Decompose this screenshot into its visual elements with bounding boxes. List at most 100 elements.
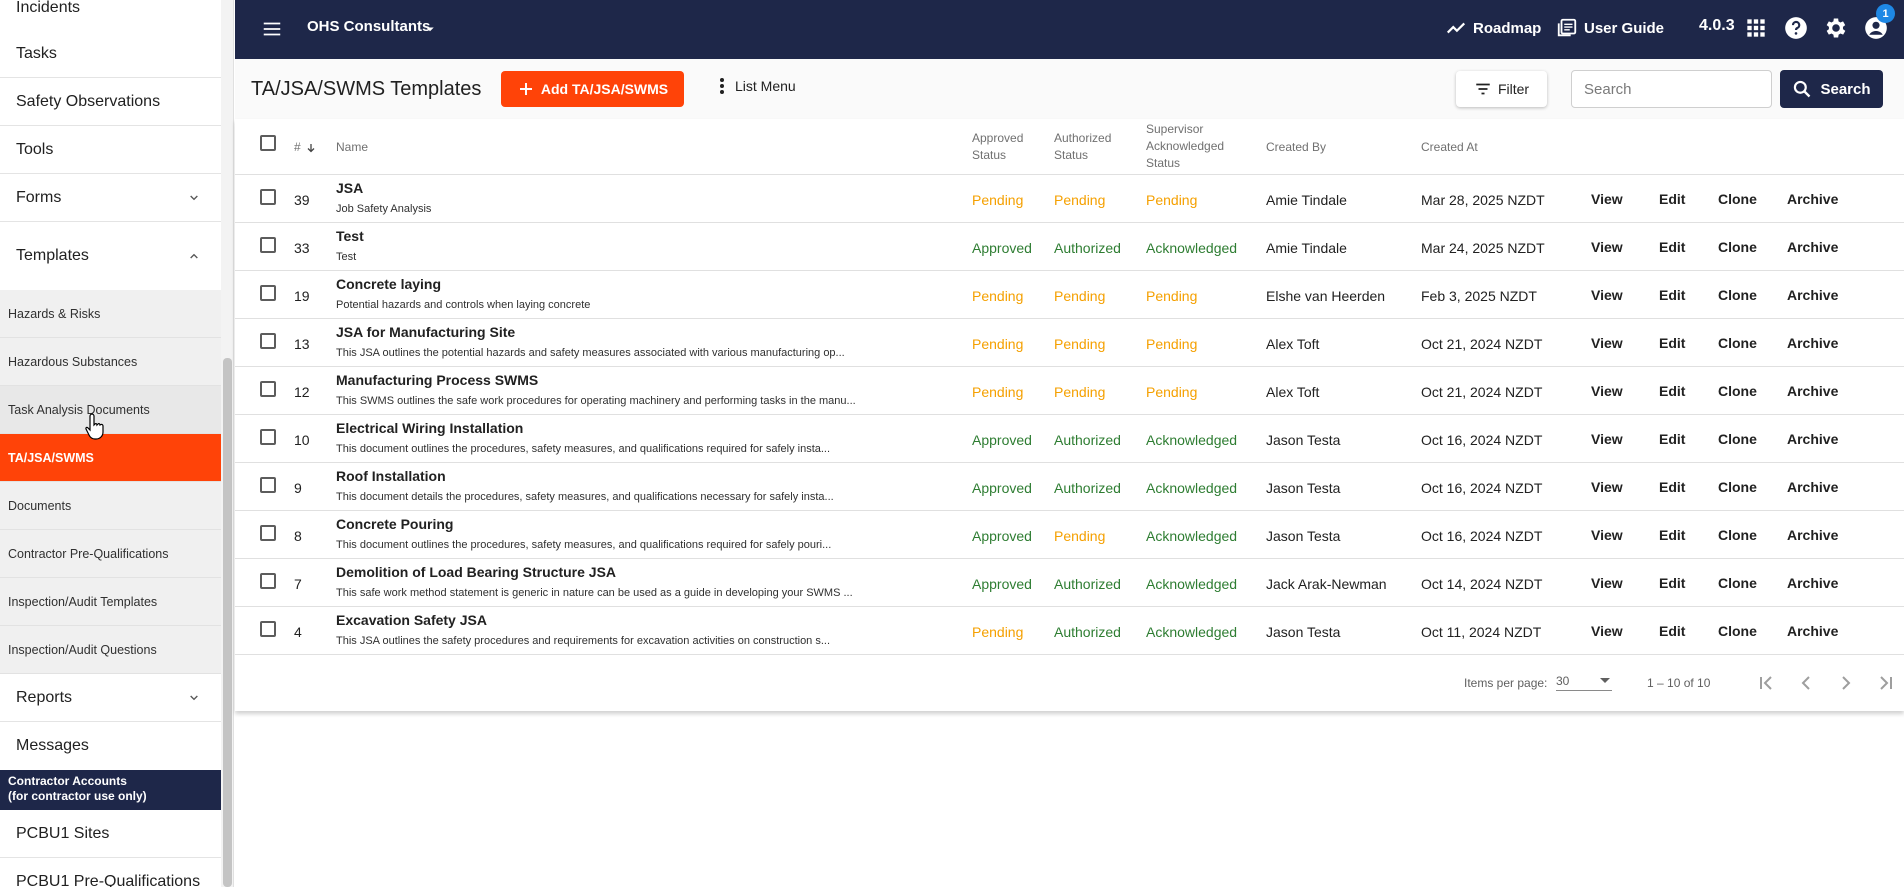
gear-icon[interactable]: [1823, 15, 1849, 41]
sidebar-subitem-inspection-audit-questions[interactable]: Inspection/Audit Questions: [0, 626, 222, 674]
edit-button[interactable]: Edit: [1659, 191, 1685, 207]
row-checkbox[interactable]: [260, 573, 276, 589]
help-icon[interactable]: [1783, 15, 1809, 41]
edit-button[interactable]: Edit: [1659, 287, 1685, 303]
header-number[interactable]: #: [294, 139, 317, 156]
header-created-by[interactable]: Created By: [1266, 139, 1326, 156]
edit-button[interactable]: Edit: [1659, 383, 1685, 399]
add-ta-jsa-swms-button[interactable]: Add TA/JSA/SWMS: [501, 71, 684, 107]
sidebar-subitem-documents[interactable]: Documents: [0, 482, 222, 530]
table-row[interactable]: 4 Excavation Safety JSA This JSA outlines …: [235, 607, 1904, 655]
sidebar-subitem-contractor-prequalifications[interactable]: Contractor Pre-Qualifications: [0, 530, 222, 578]
archive-button[interactable]: Archive: [1787, 383, 1838, 399]
header-name[interactable]: Name: [336, 139, 368, 156]
table-row[interactable]: 13 JSA for Manufacturing Site This JSA out…: [235, 319, 1904, 367]
select-all-checkbox[interactable]: [260, 135, 276, 151]
search-input[interactable]: [1571, 70, 1772, 108]
sidebar-item-tools[interactable]: Tools: [0, 126, 222, 174]
row-checkbox[interactable]: [260, 525, 276, 541]
sidebar-subitem-hazards-risks[interactable]: Hazards & Risks: [0, 290, 222, 338]
table-row[interactable]: 7 Demolition of Load Bearing Structure JS…: [235, 559, 1904, 607]
sidebar-subitem-inspection-audit-templates[interactable]: Inspection/Audit Templates: [0, 578, 222, 626]
row-checkbox[interactable]: [260, 237, 276, 253]
table-row[interactable]: 9 Roof Installation This document details …: [235, 463, 1904, 511]
clone-button[interactable]: Clone: [1718, 383, 1757, 399]
clone-button[interactable]: Clone: [1718, 191, 1757, 207]
table-row[interactable]: 8 Concrete Pouring This document outlines …: [235, 511, 1904, 559]
header-created-at[interactable]: Created At: [1421, 139, 1478, 156]
sidebar-item-incidents[interactable]: Incidents: [0, 0, 222, 32]
user-guide-link[interactable]: User Guide: [1556, 17, 1664, 39]
row-checkbox[interactable]: [260, 381, 276, 397]
sidebar-item-reports[interactable]: Reports: [0, 674, 222, 722]
organization-selector[interactable]: OHS Consultants: [307, 18, 430, 35]
table-row[interactable]: 19 Concrete laying Potential hazards and c…: [235, 271, 1904, 319]
last-page-icon[interactable]: [1874, 671, 1898, 695]
clone-button[interactable]: Clone: [1718, 575, 1757, 591]
previous-page-icon[interactable]: [1794, 671, 1818, 695]
view-button[interactable]: View: [1591, 191, 1623, 207]
view-button[interactable]: View: [1591, 527, 1623, 543]
apps-icon[interactable]: [1743, 15, 1769, 41]
row-checkbox[interactable]: [260, 621, 276, 637]
clone-button[interactable]: Clone: [1718, 623, 1757, 639]
table-row[interactable]: 39 JSA Job Safety Analysis Pending Pending Pe…: [235, 175, 1904, 223]
header-authorized-status[interactable]: Authorized Status: [1054, 130, 1111, 164]
edit-button[interactable]: Edit: [1659, 431, 1685, 447]
edit-button[interactable]: Edit: [1659, 479, 1685, 495]
sidebar-item-pcbu1-sites[interactable]: PCBU1 Sites: [0, 810, 222, 858]
archive-button[interactable]: Archive: [1787, 623, 1838, 639]
sidebar-subitem-task-analysis-documents[interactable]: Task Analysis Documents: [0, 386, 222, 434]
search-button[interactable]: Search: [1780, 70, 1883, 108]
clone-button[interactable]: Clone: [1718, 527, 1757, 543]
edit-button[interactable]: Edit: [1659, 335, 1685, 351]
clone-button[interactable]: Clone: [1718, 431, 1757, 447]
sidebar-scrollbar-thumb[interactable]: [223, 358, 232, 887]
sidebar-subitem-ta-jsa-swms[interactable]: TA/JSA/SWMS: [0, 434, 222, 482]
row-checkbox[interactable]: [260, 429, 276, 445]
archive-button[interactable]: Archive: [1787, 335, 1838, 351]
sidebar-item-tasks[interactable]: Tasks: [0, 30, 222, 78]
edit-button[interactable]: Edit: [1659, 239, 1685, 255]
archive-button[interactable]: Archive: [1787, 191, 1838, 207]
filter-button[interactable]: Filter: [1456, 71, 1547, 107]
sidebar-item-templates[interactable]: Templates: [0, 228, 222, 284]
clone-button[interactable]: Clone: [1718, 239, 1757, 255]
items-per-page-select[interactable]: 30: [1556, 669, 1612, 691]
header-approved-status[interactable]: Approved Status: [972, 130, 1023, 164]
view-button[interactable]: View: [1591, 575, 1623, 591]
header-supervisor-acknowledged-status[interactable]: Supervisor Acknowledged Status: [1146, 121, 1224, 172]
sidebar-subitem-hazardous-substances[interactable]: Hazardous Substances: [0, 338, 222, 386]
sidebar-item-safety-observations[interactable]: Safety Observations: [0, 78, 222, 126]
row-checkbox[interactable]: [260, 477, 276, 493]
clone-button[interactable]: Clone: [1718, 287, 1757, 303]
view-button[interactable]: View: [1591, 239, 1623, 255]
sidebar-item-pcbu1-prequalifications[interactable]: PCBU1 Pre-Qualifications: [0, 858, 222, 887]
sidebar-item-forms[interactable]: Forms: [0, 174, 222, 222]
view-button[interactable]: View: [1591, 383, 1623, 399]
list-menu-button[interactable]: List Menu: [719, 77, 796, 95]
clone-button[interactable]: Clone: [1718, 335, 1757, 351]
edit-button[interactable]: Edit: [1659, 575, 1685, 591]
first-page-icon[interactable]: [1754, 671, 1778, 695]
view-button[interactable]: View: [1591, 335, 1623, 351]
edit-button[interactable]: Edit: [1659, 623, 1685, 639]
archive-button[interactable]: Archive: [1787, 239, 1838, 255]
view-button[interactable]: View: [1591, 479, 1623, 495]
archive-button[interactable]: Archive: [1787, 527, 1838, 543]
row-checkbox[interactable]: [260, 189, 276, 205]
archive-button[interactable]: Archive: [1787, 287, 1838, 303]
sidebar-item-messages[interactable]: Messages: [0, 722, 222, 770]
edit-button[interactable]: Edit: [1659, 527, 1685, 543]
view-button[interactable]: View: [1591, 431, 1623, 447]
archive-button[interactable]: Archive: [1787, 431, 1838, 447]
archive-button[interactable]: Archive: [1787, 575, 1838, 591]
archive-button[interactable]: Archive: [1787, 479, 1838, 495]
view-button[interactable]: View: [1591, 623, 1623, 639]
menu-icon[interactable]: [261, 18, 283, 40]
sidebar-scrollbar[interactable]: [221, 0, 233, 887]
next-page-icon[interactable]: [1834, 671, 1858, 695]
table-row[interactable]: 10 Electrical Wiring Installation This doc…: [235, 415, 1904, 463]
clone-button[interactable]: Clone: [1718, 479, 1757, 495]
row-checkbox[interactable]: [260, 333, 276, 349]
